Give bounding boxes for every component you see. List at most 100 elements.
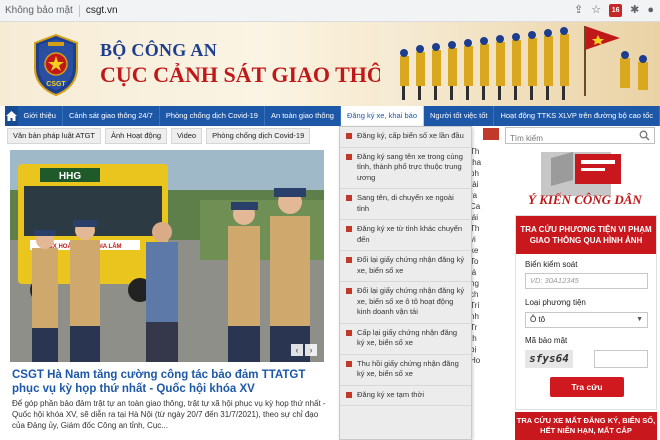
chevron-down-icon: ▼ <box>636 316 643 323</box>
news-fragment: vi <box>470 235 476 244</box>
news-fragment: xe <box>470 246 479 255</box>
browser-actions: ⇪ ☆ 16 ✱ ● <box>574 3 654 17</box>
nav-item-an-toan-giao-thong[interactable]: An toàn giao thông <box>265 106 341 126</box>
news-fragment: ng <box>470 279 479 288</box>
divider <box>78 4 80 17</box>
bullet-icon <box>346 195 352 201</box>
nav-item-covid[interactable]: Phòng chống dịch Covid-19 <box>160 106 265 126</box>
nav-item-dang-ky-xe[interactable]: Đăng ký xe, khai báo <box>340 106 424 126</box>
extension-icon[interactable]: 16 <box>609 3 623 17</box>
subnav-video[interactable]: Video <box>171 128 203 144</box>
search-box <box>505 127 655 146</box>
news-fragment: Ca <box>470 202 481 211</box>
bullet-icon <box>346 288 352 294</box>
news-list-column[interactable]: Th tha ph tài ra Ca lái Th vi xe To lá n… <box>470 146 504 440</box>
bus-sign-text: HHG <box>59 171 81 182</box>
org-title-line2: CỤC CẢNH SÁT GIAO THÔNG <box>100 62 418 87</box>
dropdown-item[interactable]: Cấp lại giấy chứng nhận đăng ký xe, biển… <box>340 324 471 355</box>
news-fragment: Th <box>470 224 480 233</box>
captcha-input[interactable] <box>594 350 648 368</box>
dropdown-item[interactable]: Sang tên, di chuyển xe ngoài tỉnh <box>340 189 471 220</box>
share-icon[interactable]: ⇪ <box>574 3 583 17</box>
nav-item-nguoi-tot-viec-tot[interactable]: Người tốt việc tốt <box>424 106 495 126</box>
news-fragment: Trí <box>470 301 480 310</box>
subnav-van-ban-phap-luat[interactable]: Văn bản pháp luật ATGT <box>7 128 101 144</box>
slider-prev-button[interactable]: ‹ <box>291 344 303 356</box>
news-fragment: Ho <box>470 356 481 365</box>
dropdown-item[interactable]: Đổi lại giấy chứng nhận đăng ký xe, biển… <box>340 251 471 282</box>
news-fragment: nh <box>470 312 479 321</box>
featured-headline[interactable]: CSGT Hà Nam tăng cường công tác bảo đảm … <box>12 368 330 396</box>
site-header: CSGT BỘ CÔNG AN CỤC CẢNH SÁT GIAO THÔNG <box>0 22 660 106</box>
citizen-feedback-banner[interactable]: Ý KIẾN CÔNG DÂN <box>515 148 655 214</box>
subnav-covid[interactable]: Phòng chống dịch Covid-19 <box>206 128 311 144</box>
dropdown-item[interactable]: Đăng ký, cấp biển số xe lần đầu <box>340 127 471 148</box>
lookup-submit-button[interactable]: Tra cứu <box>550 377 624 397</box>
vehicle-type-label: Loại phương tiện <box>525 298 586 307</box>
captcha-image: sfys64 <box>525 350 573 368</box>
home-icon <box>5 111 17 121</box>
violation-lookup-form: TRA CỨU PHƯƠNG TIỆN VI PHẠM GIAO THÔNG Q… <box>515 215 657 410</box>
plate-label: Biển kiểm soát <box>525 260 578 269</box>
page-root: Không bảo mật csgt.vn ⇪ ☆ 16 ✱ ● CSGT BỘ… <box>0 0 660 440</box>
captcha-label: Mã bảo mật <box>525 336 568 345</box>
bullet-icon <box>346 226 352 232</box>
news-fragment: th <box>470 334 477 343</box>
news-fragment: Th <box>470 147 480 156</box>
vietnam-flag-icon <box>483 128 499 140</box>
parade-illustration <box>380 22 660 106</box>
nav-item-gioi-thieu[interactable]: Giới thiệu <box>18 106 63 126</box>
dropdown-item-label: Cấp lại giấy chứng nhận đăng ký xe, biển… <box>357 327 458 348</box>
bookmark-star-icon[interactable]: ☆ <box>591 3 601 17</box>
dropdown-item-label: Đổi lại giấy chứng nhận đăng ký xe, biển… <box>357 255 465 275</box>
bullet-icon <box>346 257 352 263</box>
news-fragment: ph <box>470 169 479 178</box>
dropdown-item[interactable]: Đăng ký xe từ tỉnh khác chuyển đến <box>340 220 471 251</box>
bullet-icon <box>346 153 352 160</box>
dropdown-item-label: Đăng ký xe từ tỉnh khác chuyển đến <box>357 224 463 244</box>
search-input[interactable] <box>506 131 634 146</box>
security-label[interactable]: Không bảo mật <box>5 5 73 16</box>
csgt-logo[interactable]: CSGT <box>33 34 79 96</box>
featured-summary: Để góp phần bảo đảm trật tự an toàn giao… <box>12 399 326 430</box>
stolen-vehicle-lookup-banner[interactable]: TRA CỨU XE MẤT ĐĂNG KÝ, BIỂN SỐ, HẾT NIÊ… <box>515 412 657 440</box>
main-navigation: Giới thiệu Cảnh sát giao thông 24/7 Phòn… <box>5 106 660 126</box>
dropdown-item-label: Đăng ký, cấp biển số xe lần đầu <box>357 131 464 140</box>
dropdown-item-label: Đổi lại giấy chứng nhận đăng ký xe, biển… <box>357 286 465 316</box>
news-fragment: lái <box>470 213 479 222</box>
news-fragment: To <box>470 257 479 266</box>
sub-navigation: Văn bản pháp luật ATGT Ảnh Hoạt động Vid… <box>7 128 337 144</box>
org-title-line1: BỘ CÔNG AN <box>100 40 218 60</box>
bullet-icon <box>346 329 352 336</box>
featured-news-image[interactable]: HHG BX HOÀNG HÀ - GIA LÂM ‹ › <box>10 150 324 362</box>
dropdown-item-label: Đăng ký xe tạm thời <box>357 389 425 399</box>
dropdown-item[interactable]: Đăng ký xe tạm thời <box>340 386 471 406</box>
subnav-anh-hoat-dong[interactable]: Ảnh Hoạt động <box>105 128 168 144</box>
news-fragment: lá <box>470 268 477 277</box>
search-icon[interactable] <box>639 130 650 141</box>
vehicle-type-value: Ô tô <box>530 315 546 324</box>
nav-item-ttks-xlvp[interactable]: Hoạt động TTKS XLVP trên đường bộ cao tố… <box>494 106 660 126</box>
dropdown-item[interactable]: Thu hồi giấy chứng nhận đăng ký xe, biển… <box>340 355 471 386</box>
bullet-icon <box>346 391 352 398</box>
puzzle-icon[interactable]: ✱ <box>630 3 639 17</box>
slider-next-button[interactable]: › <box>305 344 317 356</box>
citizen-feedback-text: Ý KIẾN CÔNG DÂN <box>528 192 642 207</box>
bullet-icon <box>346 133 352 139</box>
browser-address-bar[interactable]: Không bảo mật csgt.vn ⇪ ☆ 16 ✱ ● <box>0 0 660 22</box>
news-photo: HHG BX HOÀNG HÀ - GIA LÂM <box>10 150 324 362</box>
dropdown-item[interactable]: Đổi lại giấy chứng nhận đăng ký xe, biển… <box>340 282 471 324</box>
vehicle-type-select[interactable]: Ô tô ▼ <box>525 312 648 328</box>
news-fragment: ch <box>470 290 479 299</box>
logo-text: CSGT <box>46 81 66 88</box>
dropdown-item-label: Thu hồi giấy chứng nhận đăng ký xe, biển… <box>357 358 459 379</box>
dropdown-item-label: Sang tên, di chuyển xe ngoài tỉnh <box>357 193 454 213</box>
nav-item-csgt-24-7[interactable]: Cảnh sát giao thông 24/7 <box>63 106 160 126</box>
url-text[interactable]: csgt.vn <box>86 5 118 16</box>
home-button[interactable] <box>5 106 18 126</box>
dropdown-item[interactable]: Đăng ký sang tên xe trong cùng tỉnh, thà… <box>340 148 471 189</box>
news-fragment: bị <box>470 345 477 354</box>
profile-icon[interactable]: ● <box>647 3 654 17</box>
plate-number-input[interactable]: VD: 30A12345 <box>525 273 648 289</box>
news-fragment: Tr <box>470 323 478 332</box>
